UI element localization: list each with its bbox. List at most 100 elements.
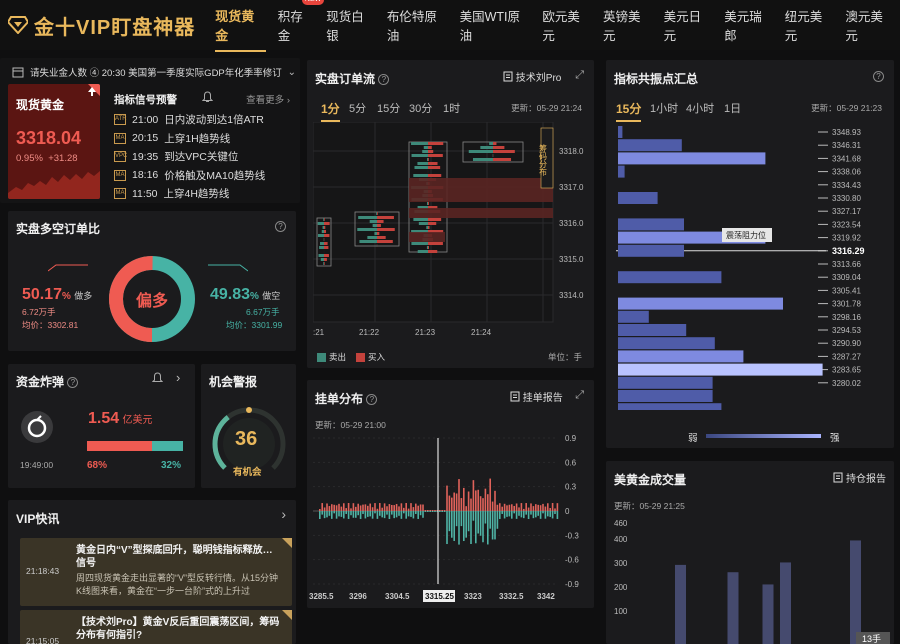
nav-tab[interactable]: 积存金 NEW	[278, 0, 325, 58]
nav-tab[interactable]: 美元瑞郎	[724, 0, 773, 58]
bid-bar	[431, 510, 434, 511]
news-item[interactable]: 21:18:43 黄金日内“V”型探底回升，聪明钱指标释放…信号 周四现货黄金走…	[20, 538, 292, 606]
ask-bar	[525, 511, 527, 515]
buy-volume-bar	[324, 234, 330, 237]
ask-bar	[424, 511, 427, 512]
ask-bar	[369, 511, 371, 517]
nav-tab[interactable]: 纽元美元	[785, 0, 834, 58]
bid-bar	[335, 505, 338, 511]
bid-bar	[374, 503, 376, 511]
ask-bar	[338, 511, 340, 517]
signal-row[interactable]: MA 18:16 价格触及MA10趋势线	[114, 168, 265, 183]
tab-1分[interactable]: 1分	[321, 100, 340, 122]
bid-bar	[453, 492, 455, 511]
pending-report-button[interactable]: 挂单报告	[510, 389, 563, 404]
ask-bar	[350, 511, 352, 516]
volume-profile-band	[409, 208, 553, 218]
ask-bar	[374, 511, 376, 514]
volume-chart: 460 400 300 200 100 13手	[614, 519, 890, 644]
expand-icon[interactable]: ⤢	[575, 389, 584, 402]
bid-bar	[496, 504, 499, 511]
level-price-label: 3294.53	[832, 326, 861, 335]
chevron-down-icon[interactable]: ⌄	[288, 67, 296, 78]
ask-bar	[491, 511, 494, 540]
ask-bar	[379, 511, 381, 516]
chevron-right-icon[interactable]: ›	[281, 506, 286, 522]
pending-chart: 0.9 0.6 0.3 0 -0.3 -0.6 -0.9 3285.5 3296 3304.5 33…	[309, 434, 579, 602]
chevron-right-icon[interactable]: ›	[176, 370, 180, 385]
bid-bar	[434, 510, 436, 511]
bell-icon[interactable]	[152, 372, 163, 384]
buy-volume-bar	[377, 228, 395, 231]
resonance-bar	[618, 337, 715, 350]
nav-tab[interactable]: 现货白银	[326, 0, 375, 58]
bid-bar	[386, 506, 388, 511]
ask-bar	[364, 511, 367, 519]
bid-bar	[527, 507, 530, 511]
nav-tab-label: 澳元美元	[845, 10, 883, 43]
tab-5分[interactable]: 5分	[349, 100, 366, 116]
ask-bar	[427, 511, 429, 512]
ask-bar	[499, 511, 501, 519]
tab-1时[interactable]: 1时	[443, 100, 460, 116]
bid-bar	[491, 501, 494, 511]
signal-row[interactable]: MA 20:15 上穿1H趋势线	[114, 131, 230, 146]
nav-tab[interactable]: 欧元美元	[542, 0, 591, 58]
nav-tab[interactable]: 美国WTI原油	[460, 0, 531, 58]
sell-volume-bar	[427, 158, 428, 161]
volume-report-button[interactable]: 持仓报告	[833, 470, 886, 485]
levels-update: 更新：05-29 21:23	[811, 103, 882, 113]
bid-bar	[331, 504, 333, 511]
ask-bar	[482, 511, 484, 543]
sell-volume-bar	[414, 166, 428, 169]
y-tick-label: 3316.0	[559, 219, 584, 228]
nav-tab[interactable]: 美元日元	[664, 0, 713, 58]
nav-tab[interactable]: 布伦特原油	[387, 0, 448, 58]
bid-bar	[333, 504, 335, 511]
help-icon[interactable]: ?	[366, 394, 378, 406]
brand-logo[interactable]: 金十VIP盯盘神器	[8, 11, 209, 40]
news-item[interactable]: 21:15:05 【技术刘Pro】黄金V反后重回震荡区间，筹码分布有何指引?	[20, 610, 292, 644]
sell-volume-bar	[489, 142, 493, 145]
signal-row[interactable]: ATR 21:00 日内波动到达1倍ATR	[114, 112, 264, 127]
tab-1日[interactable]: 1日	[724, 100, 741, 116]
bid-bar	[323, 507, 326, 511]
signal-row[interactable]: MA 11:50 上穿4H趋势线	[114, 186, 229, 199]
tab-15分[interactable]: 15分	[377, 100, 400, 116]
ask-bar	[367, 511, 369, 517]
expand-icon[interactable]: ⤢	[575, 69, 584, 82]
short-ratio: 49.83% 做空	[210, 286, 281, 303]
tab-4小时[interactable]: 4小时	[686, 100, 714, 116]
ticker-bar[interactable]: 请失业金人数 ④ 20:30 美国第一季度实际GDP年化季率修订 ⌄	[12, 65, 296, 79]
signal-time: 19:35	[132, 150, 159, 163]
bid-bar	[518, 507, 520, 511]
bid-bar	[343, 503, 345, 511]
tool-button[interactable]: 技术刘Pro	[503, 69, 561, 84]
bid-bar	[503, 503, 506, 511]
ask-bar	[441, 511, 443, 512]
tab-1小时[interactable]: 1小时	[650, 100, 678, 116]
x-tick-label: 3332.5	[499, 592, 524, 601]
bid-bar	[439, 510, 441, 511]
help-icon[interactable]: ?	[873, 71, 884, 82]
signal-time: 11:50	[132, 187, 158, 200]
nav-tab[interactable]: 英镑美元	[603, 0, 652, 58]
buy-volume-bar	[428, 150, 434, 153]
nav-tab[interactable]: 现货黄金	[215, 0, 266, 58]
help-icon[interactable]: ?	[275, 221, 286, 232]
bid-bar	[458, 479, 460, 511]
ask-bar	[508, 511, 511, 517]
view-more-link[interactable]: 查看更多 ›	[246, 92, 290, 106]
help-icon[interactable]: ?	[378, 74, 390, 86]
bell-icon[interactable]	[202, 91, 213, 103]
tab-30分[interactable]: 30分	[409, 100, 432, 116]
signal-row[interactable]: VPC 19:35 到达VPC关键位	[114, 149, 238, 164]
tab-15分[interactable]: 15分	[616, 100, 642, 122]
ask-bar	[458, 511, 460, 545]
alert-value: 36	[235, 428, 258, 450]
signal-panel: 指标信号预警 查看更多 › ATR 21:00 日内波动到达1倍ATR MA 20:15…	[106, 84, 296, 199]
nav-tab[interactable]: 澳元美元	[845, 0, 894, 58]
price-card[interactable]: 现货黄金 3318.04 0.95% +31.28	[8, 84, 100, 199]
sell-volume-bar	[413, 174, 428, 177]
help-icon[interactable]: ?	[67, 377, 79, 389]
